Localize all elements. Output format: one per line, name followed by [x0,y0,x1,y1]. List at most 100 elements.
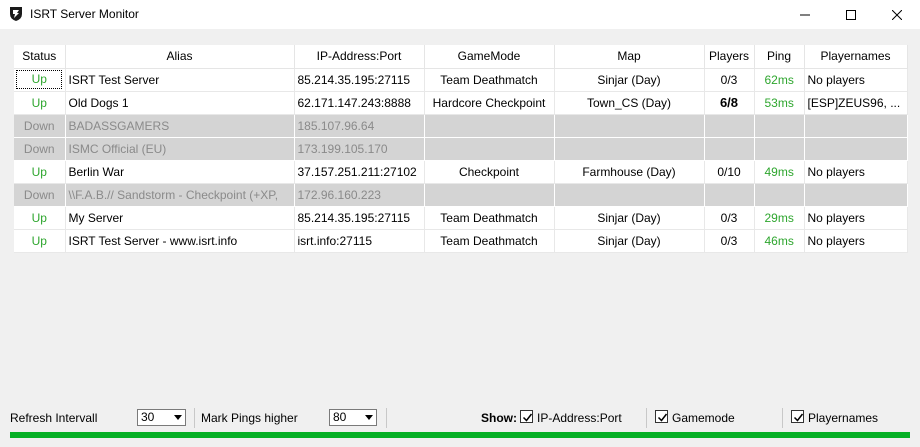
players-cell: 0/10 [704,160,755,184]
separator [646,408,647,428]
show-playernames-label[interactable]: Playernames [808,411,878,425]
gamemode-cell [424,183,555,207]
table-row[interactable]: Down \\F.A.B.// Sandstorm - Checkpoint (… [14,183,908,207]
ping-cell: 29ms [754,206,805,230]
status-cell: Up [14,91,66,115]
ip-cell: 37.157.251.211:27102 [294,160,425,184]
ping-cell: 49ms [754,160,805,184]
status-cell: Up [14,229,66,253]
players-cell: 0/3 [704,229,755,253]
show-gamemode-checkbox[interactable] [655,410,668,423]
players-cell: 0/3 [704,206,755,230]
column-header-gamemode[interactable]: GameMode [424,45,555,69]
window-title: ISRT Server Monitor [30,7,139,21]
checkmark-icon [657,413,668,422]
playernames-cell: No players [804,229,908,253]
show-ip-label[interactable]: IP-Address:Port [537,411,622,425]
chevron-down-icon [365,415,373,420]
maximize-icon [846,9,856,20]
column-header-status[interactable]: Status [14,45,66,69]
app-shield-icon [8,6,24,22]
ip-cell: 172.96.160.223 [294,183,425,207]
table-row[interactable]: Up ISRT Test Server 85.214.35.195:27115 … [14,68,908,92]
close-icon [892,9,902,20]
ip-cell: 62.171.147.243:8888 [294,91,425,115]
chevron-down-icon [174,415,182,420]
players-cell [704,114,755,138]
gamemode-cell: Team Deathmatch [424,229,555,253]
ping-cell [754,114,805,138]
table-row[interactable]: Up ISRT Test Server - www.isrt.info isrt… [14,229,908,253]
separator [194,408,195,428]
players-cell: 0/3 [704,68,755,92]
ping-cell [754,183,805,207]
minimize-icon [800,14,810,15]
column-header-playernames[interactable]: Playernames [804,45,908,69]
alias-cell: ISRT Test Server - www.isrt.info [65,229,295,253]
ping-cell: 62ms [754,68,805,92]
players-cell: 6/8 [704,91,755,115]
map-cell [554,114,705,138]
playernames-cell: No players [804,206,908,230]
refresh-interval-value: 30 [141,410,155,424]
status-cell: Up [14,160,66,184]
gamemode-cell: Team Deathmatch [424,68,555,92]
gamemode-cell: Hardcore Checkpoint [424,91,555,115]
status-cell: Up [14,206,66,230]
table-row[interactable]: Down ISMC Official (EU) 173.199.105.170 [14,137,908,161]
settings-bar: Refresh Intervall 30 Mark Pings higher 8… [0,400,920,430]
map-cell: Sinjar (Day) [554,229,705,253]
ip-cell: isrt.info:27115 [294,229,425,253]
map-cell: Town_CS (Day) [554,91,705,115]
minimize-button[interactable] [782,0,828,29]
gamemode-cell [424,114,555,138]
column-header-players[interactable]: Players [704,45,755,69]
map-cell [554,137,705,161]
alias-cell: Berlin War [65,160,295,184]
separator [782,408,783,428]
map-cell: Sinjar (Day) [554,206,705,230]
playernames-cell [804,114,908,138]
playernames-cell: No players [804,160,908,184]
ping-cell: 46ms [754,229,805,253]
table-header: Status Alias IP-Address:Port GameMode Ma… [14,45,908,69]
map-cell [554,183,705,207]
ip-cell: 85.214.35.195:27115 [294,68,425,92]
separator [386,408,387,428]
column-header-map[interactable]: Map [554,45,705,69]
alias-cell: BADASSGAMERS [65,114,295,138]
mark-pings-select[interactable]: 80 [329,409,377,426]
table-row[interactable]: Up Berlin War 37.157.251.211:27102 Check… [14,160,908,184]
ping-cell: 53ms [754,91,805,115]
show-ip-checkbox[interactable] [520,410,533,423]
show-gamemode-label[interactable]: Gamemode [672,411,735,425]
progress-fill [10,432,910,438]
status-cell: Down [14,183,66,207]
ip-cell: 173.199.105.170 [294,137,425,161]
ping-cell [754,137,805,161]
column-header-ping[interactable]: Ping [754,45,805,69]
alias-cell: Old Dogs 1 [65,91,295,115]
refresh-interval-label: Refresh Intervall [10,411,98,425]
playernames-cell: No players [804,68,908,92]
table-row[interactable]: Up My Server 85.214.35.195:27115 Team De… [14,206,908,230]
column-header-alias[interactable]: Alias [65,45,295,69]
ip-cell: 185.107.96.64 [294,114,425,138]
gamemode-cell: Team Deathmatch [424,206,555,230]
players-cell [704,137,755,161]
refresh-interval-select[interactable]: 30 [137,409,186,426]
maximize-button[interactable] [828,0,874,29]
status-cell: Down [14,114,66,138]
server-table: Status Alias IP-Address:Port GameMode Ma… [14,45,908,253]
status-cell: Down [14,137,66,161]
status-value: Up [16,70,63,89]
close-button[interactable] [874,0,920,29]
title-bar: ISRT Server Monitor [0,0,920,29]
column-header-ip[interactable]: IP-Address:Port [294,45,425,69]
server-list[interactable]: Status Alias IP-Address:Port GameMode Ma… [14,45,908,395]
map-cell: Sinjar (Day) [554,68,705,92]
show-playernames-checkbox[interactable] [791,410,804,423]
table-row[interactable]: Up Old Dogs 1 62.171.147.243:8888 Hardco… [14,91,908,115]
table-row[interactable]: Down BADASSGAMERS 185.107.96.64 [14,114,908,138]
playernames-cell [804,137,908,161]
